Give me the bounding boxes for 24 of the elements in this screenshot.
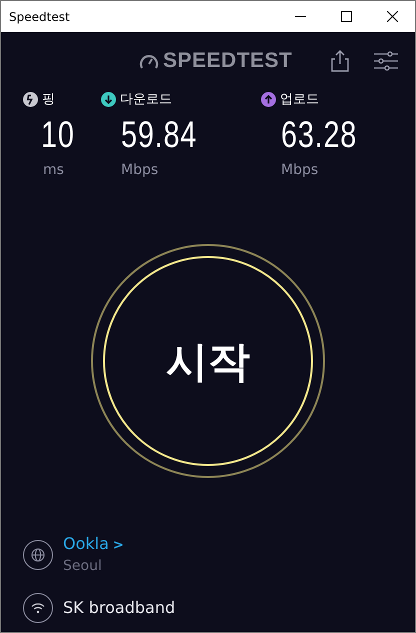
window-title: Speedtest bbox=[8, 8, 71, 26]
metric-value: 63.28 bbox=[281, 116, 358, 152]
start-button[interactable]: 시작 bbox=[103, 256, 313, 466]
metric-label: 핑 bbox=[42, 91, 55, 109]
metric-value: 10 bbox=[41, 116, 75, 152]
logo-text: SPEEDTEST bbox=[163, 48, 292, 74]
metric-unit: Mbps bbox=[281, 160, 318, 180]
metric-unit: ms bbox=[43, 160, 64, 180]
close-icon bbox=[386, 11, 398, 22]
globe-icon bbox=[23, 540, 53, 570]
share-icon bbox=[331, 50, 349, 72]
settings-button[interactable] bbox=[373, 50, 399, 72]
metric-unit: Mbps bbox=[121, 160, 158, 180]
server-link[interactable]: Ookla > bbox=[63, 532, 124, 556]
gauge-icon bbox=[139, 53, 159, 69]
settings-icon bbox=[373, 50, 399, 72]
maximize-icon bbox=[340, 11, 352, 22]
wifi-icon bbox=[23, 593, 53, 623]
share-button[interactable] bbox=[331, 50, 349, 72]
metric-label: 다운로드 bbox=[120, 91, 172, 109]
server-location: Seoul bbox=[63, 557, 103, 576]
metric-label: 업로드 bbox=[280, 91, 319, 109]
metric-value: 59.84 bbox=[121, 116, 198, 152]
provider-name: SK broadband bbox=[63, 597, 176, 619]
